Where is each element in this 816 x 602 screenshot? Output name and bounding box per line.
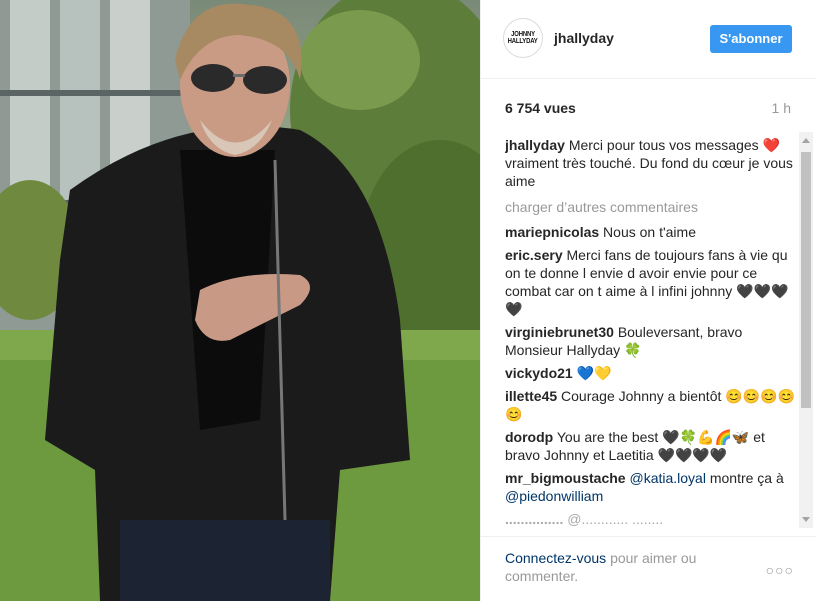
comments-list: jhallyday Merci pour tous vos messages ❤… (505, 136, 795, 528)
comments-scrollbar[interactable] (799, 132, 813, 528)
comment-item: mariepnicolas Nous on t'aime (505, 223, 795, 241)
mention-link[interactable]: @piedonwilliam (505, 488, 603, 504)
comment-user[interactable]: mariepnicolas (505, 224, 599, 240)
load-more-comments-link[interactable]: charger d’autres commentaires (505, 198, 795, 216)
comment-text: @............ ........ (567, 511, 664, 527)
more-options-icon[interactable]: ○○○ (766, 562, 794, 578)
comment-item: vickydo21 💙💛 (505, 364, 795, 382)
caption-text-rest: vraiment très touché. Du fond du cœur je… (505, 155, 793, 189)
comment-item: illette45 Courage Johnny a bientôt 😊😊😊😊😊 (505, 387, 795, 423)
comment-item: mr_bigmoustache @katia.loyal montre ça à… (505, 469, 795, 505)
comment-user[interactable]: illette45 (505, 388, 557, 404)
comment-item-partial: ............... @............ ........ (505, 510, 795, 528)
avatar[interactable]: JOHNNY HALLYDAY (503, 18, 543, 58)
username-link[interactable]: jhallyday (554, 30, 614, 46)
post-footer: Connectez-vous pour aimer ou commenter. … (481, 536, 816, 602)
avatar-text-line2: HALLYDAY (508, 38, 538, 45)
comment-user[interactable]: mr_bigmoustache (505, 470, 626, 486)
comment-text: montre ça à (709, 470, 784, 486)
comment-user[interactable]: eric.sery (505, 247, 563, 263)
comment-item: eric.sery Merci fans de toujours fans à … (505, 246, 795, 318)
comment-text: 💙💛 (576, 365, 612, 381)
login-link[interactable]: Connectez-vous (505, 550, 606, 566)
comment-user[interactable]: virginiebrunet30 (505, 324, 614, 340)
comment-user[interactable]: dorodp (505, 429, 553, 445)
post-sidebar: JOHNNY HALLYDAY jhallyday S'abonner 6 75… (480, 0, 816, 601)
avatar-text-line1: JOHNNY (511, 31, 535, 38)
post-time[interactable]: 1 h (772, 100, 791, 116)
post-photo (0, 0, 480, 601)
scroll-down-arrow-icon[interactable] (802, 517, 810, 522)
scrollbar-thumb[interactable] (801, 152, 811, 408)
post-media[interactable] (0, 0, 480, 601)
comment-user[interactable]: ............... (505, 511, 563, 527)
mention-link[interactable]: @katia.loyal (629, 470, 705, 486)
login-prompt: Connectez-vous pour aimer ou commenter. (505, 549, 735, 585)
follow-button[interactable]: S'abonner (710, 25, 792, 53)
comment-user[interactable]: jhallyday (505, 137, 565, 153)
scroll-up-arrow-icon[interactable] (802, 138, 810, 143)
comment-item: dorodp You are the best 🖤🍀💪🌈🦋 et bravo J… (505, 428, 795, 464)
comment-item: virginiebrunet30 Bouleversant, bravo Mon… (505, 323, 795, 359)
caption: jhallyday Merci pour tous vos messages ❤… (505, 136, 795, 190)
post-header: JOHNNY HALLYDAY jhallyday S'abonner (481, 0, 816, 79)
comment-text: Nous on t'aime (603, 224, 696, 240)
heart-emoji-icon: ❤️ (762, 137, 780, 153)
view-count: 6 754 vues (505, 100, 576, 116)
caption-text: Merci pour tous vos messages (568, 137, 759, 153)
comment-user[interactable]: vickydo21 (505, 365, 573, 381)
